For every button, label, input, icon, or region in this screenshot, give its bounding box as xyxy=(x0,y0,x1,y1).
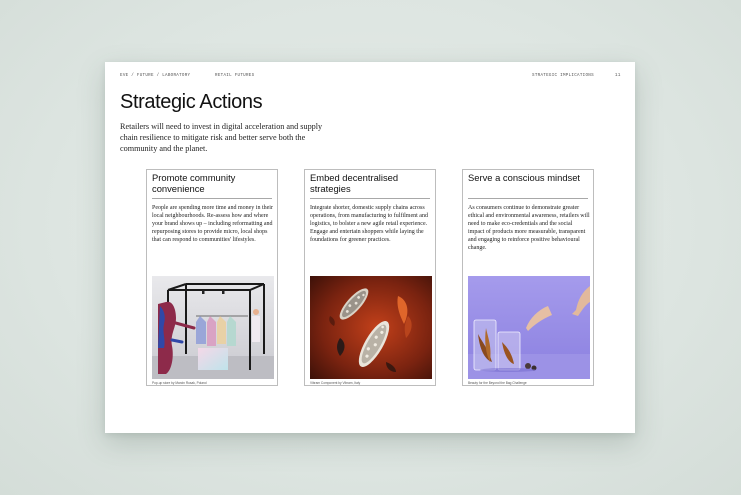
header-breadcrumb: EVE / FUTURE / LABORATORY xyxy=(120,74,191,78)
card-body: People are spending more time and money … xyxy=(152,205,273,243)
shoe-components-image xyxy=(310,276,432,379)
card-divider xyxy=(468,198,588,199)
action-card-community: Promote community convenience People are… xyxy=(146,169,278,386)
image-caption: Pop-up store by Marcin Rusak, Poland xyxy=(152,381,207,385)
eco-beauty-image xyxy=(468,276,590,379)
image-caption: Beauty for the Beyond the Bag Challenge xyxy=(468,381,527,385)
card-divider xyxy=(152,198,272,199)
card-body: As consumers continue to demonstrate gre… xyxy=(468,205,590,251)
page-title: Strategic Actions xyxy=(120,91,263,113)
intro-paragraph: Retailers will need to invest in digital… xyxy=(120,122,323,153)
image-caption: Vibram Component by Vibram, Italy xyxy=(310,381,361,385)
card-divider xyxy=(310,198,430,199)
action-card-decentralised: Embed decentralised strategies Integrate… xyxy=(304,169,436,386)
page-number: 11 xyxy=(615,74,621,78)
action-card-conscious: Serve a conscious mindset As consumers c… xyxy=(462,169,594,386)
popup-store-image xyxy=(152,276,274,379)
card-title: Promote community convenience xyxy=(152,172,236,194)
report-page: EVE / FUTURE / LABORATORY RETAIL FUTURES… xyxy=(105,62,635,433)
card-body: Integrate shorter, domestic supply chain… xyxy=(310,205,428,243)
header-section-title: RETAIL FUTURES xyxy=(215,74,255,78)
card-title: Serve a conscious mindset xyxy=(468,172,581,183)
card-title: Embed decentralised strategies xyxy=(310,172,399,194)
header-chapter: STRATEGIC IMPLICATIONS xyxy=(532,74,594,78)
